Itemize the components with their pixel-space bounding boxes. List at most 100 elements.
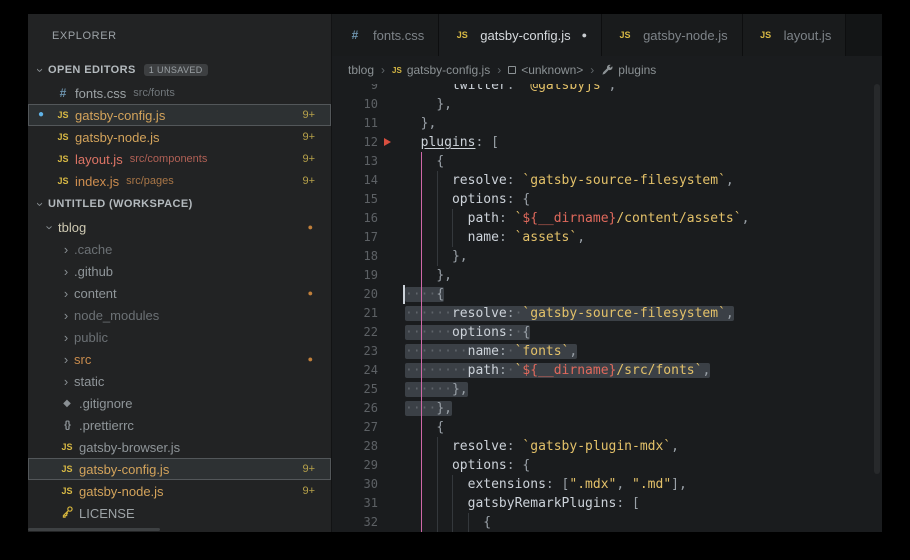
open-editor-gatsby-config.js[interactable]: ●JSgatsby-config.js9+	[28, 104, 331, 126]
code-line-25[interactable]: 25······},	[332, 380, 882, 399]
line-text: options: {	[405, 456, 530, 475]
code-line-19[interactable]: 19 },	[332, 266, 882, 285]
code-line-15[interactable]: 15 options: {	[332, 190, 882, 209]
line-text: },	[405, 266, 452, 285]
breadcrumb-separator-icon: ›	[497, 63, 501, 77]
tree-item-public[interactable]: ›public	[28, 326, 331, 348]
open-editors-header[interactable]: › OPEN EDITORS 1 UNSAVED	[28, 58, 331, 82]
line-number: 16	[332, 209, 378, 228]
tab-fonts.css[interactable]: #fonts.css	[332, 14, 439, 56]
code-line-26[interactable]: 26····},	[332, 399, 882, 418]
line-number: 22	[332, 323, 378, 342]
open-editor-layout.js[interactable]: JSlayout.jssrc/components9+	[28, 148, 331, 170]
item-name: content	[74, 286, 117, 301]
tree-item-.cache[interactable]: ›.cache	[28, 238, 331, 260]
item-name: .prettierrc	[79, 418, 134, 433]
line-number: 12	[332, 133, 378, 152]
vscode-window: EXPLORER › OPEN EDITORS 1 UNSAVED #fonts…	[28, 14, 882, 532]
selection-highlight: ······},	[405, 382, 468, 397]
line-text: path: `${__dirname}/content/assets`,	[405, 209, 749, 228]
code-line-14[interactable]: 14 resolve: `gatsby-source-filesystem`,	[332, 171, 882, 190]
code-line-17[interactable]: 17 name: `assets`,	[332, 228, 882, 247]
problems-badge: 9+	[302, 175, 315, 187]
code-line-29[interactable]: 29 options: {	[332, 456, 882, 475]
breadcrumb-item-gatsby-config.js[interactable]: JSgatsby-config.js	[392, 63, 490, 77]
file-path-description: src/fonts	[133, 87, 175, 99]
line-text: gatsbyRemarkPlugins: [	[405, 494, 640, 513]
selection-highlight: ······resolve:·`gatsby-source-filesystem…	[405, 306, 734, 321]
item-name: .cache	[74, 242, 112, 257]
tree-item-static[interactable]: ›static	[28, 370, 331, 392]
breadcrumb-item-tblog[interactable]: tblog	[348, 63, 374, 77]
code-line-9[interactable]: 9 twitter: `@gatsbyjs`,	[332, 84, 882, 95]
line-text: },	[405, 114, 436, 133]
editor-vertical-scrollbar[interactable]	[872, 84, 882, 532]
file-name: fonts.css	[75, 86, 126, 101]
item-name: node_modules	[74, 308, 159, 323]
tab-gatsby-node.js[interactable]: JSgatsby-node.js	[602, 14, 743, 56]
code-line-22[interactable]: 22······options:·{	[332, 323, 882, 342]
code-line-27[interactable]: 27 {	[332, 418, 882, 437]
code-line-32[interactable]: 32 {	[332, 513, 882, 532]
file-name: gatsby-node.js	[75, 130, 160, 145]
code-line-12[interactable]: 12 plugins: [	[332, 133, 882, 152]
code-line-28[interactable]: 28 resolve: `gatsby-plugin-mdx`,	[332, 437, 882, 456]
tree-item-src[interactable]: ›src●	[28, 348, 331, 370]
code-line-23[interactable]: 23········name:·`fonts`,	[332, 342, 882, 361]
line-text: resolve: `gatsby-plugin-mdx`,	[405, 437, 679, 456]
tree-item-.gitignore[interactable]: ◆.gitignore	[28, 392, 331, 414]
line-number: 14	[332, 171, 378, 190]
js-file-icon: JS	[54, 154, 72, 164]
tree-item-content[interactable]: ›content●	[28, 282, 331, 304]
line-number: 31	[332, 494, 378, 513]
tree-item-gatsby-browser.js[interactable]: JSgatsby-browser.js	[28, 436, 331, 458]
code-line-20[interactable]: 20····{	[332, 285, 882, 304]
tree-item-tblog[interactable]: ›tblog●	[28, 216, 331, 238]
git-modified-dot-icon: ●	[308, 355, 313, 364]
js-file-icon: JS	[757, 30, 775, 40]
code-editor[interactable]: 9 twitter: `@gatsbyjs`,10 },11 },12 plug…	[332, 84, 882, 532]
chevron-right-icon: ›	[58, 374, 74, 389]
item-name: gatsby-browser.js	[79, 440, 180, 455]
tree-item-gatsby-config.js[interactable]: JSgatsby-config.js9+	[28, 458, 331, 480]
line-number: 10	[332, 95, 378, 114]
workspace-header[interactable]: › UNTITLED (WORKSPACE)	[28, 192, 331, 216]
sidebar-horizontal-scrollbar[interactable]	[28, 528, 160, 531]
code-line-10[interactable]: 10 },	[332, 95, 882, 114]
code-line-13[interactable]: 13 {	[332, 152, 882, 171]
code-line-18[interactable]: 18 },	[332, 247, 882, 266]
code-line-31[interactable]: 31 gatsbyRemarkPlugins: [	[332, 494, 882, 513]
problems-badge: 9+	[302, 485, 315, 497]
breadcrumb-item-unknown[interactable]: <unknown>	[508, 63, 583, 77]
css-file-icon: #	[54, 86, 72, 100]
tree-item-LICENSE[interactable]: LICENSE	[28, 502, 331, 524]
open-editor-index.js[interactable]: JSindex.jssrc/pages9+	[28, 170, 331, 192]
code-line-16[interactable]: 16 path: `${__dirname}/content/assets`,	[332, 209, 882, 228]
line-number: 32	[332, 513, 378, 532]
code-line-24[interactable]: 24········path:·`${__dirname}/src/fonts`…	[332, 361, 882, 380]
tree-item-.prettierrc[interactable]: {}.prettierrc	[28, 414, 331, 436]
open-editors-label: OPEN EDITORS	[48, 64, 136, 76]
problems-badge: 9+	[302, 463, 315, 475]
chevron-right-icon: ›	[58, 286, 74, 301]
breadcrumb-separator-icon: ›	[381, 63, 385, 77]
code-line-21[interactable]: 21······resolve:·`gatsby-source-filesyst…	[332, 304, 882, 323]
breadcrumb-item-plugins[interactable]: plugins	[601, 63, 656, 77]
breadcrumb-label: gatsby-config.js	[407, 63, 490, 77]
tree-item-.github[interactable]: ›.github	[28, 260, 331, 282]
item-name: static	[74, 374, 104, 389]
item-name: gatsby-config.js	[79, 462, 169, 477]
selection-highlight: ········path:·`${__dirname}/src/fonts`,	[405, 363, 710, 378]
css-file-icon: #	[346, 28, 364, 42]
line-number: 13	[332, 152, 378, 171]
code-line-11[interactable]: 11 },	[332, 114, 882, 133]
scrollbar-thumb[interactable]	[874, 84, 880, 474]
code-line-30[interactable]: 30 extensions: [".mdx", ".md"],	[332, 475, 882, 494]
tab-gatsby-config.js[interactable]: JSgatsby-config.js●	[439, 14, 602, 56]
tree-item-gatsby-node.js[interactable]: JSgatsby-node.js9+	[28, 480, 331, 502]
tab-layout.js[interactable]: JSlayout.js	[743, 14, 847, 56]
open-editor-gatsby-node.js[interactable]: JSgatsby-node.js9+	[28, 126, 331, 148]
open-editor-fonts.css[interactable]: #fonts.css src/fonts	[28, 82, 331, 104]
tree-item-node_modules[interactable]: ›node_modules	[28, 304, 331, 326]
text-cursor	[403, 285, 405, 304]
